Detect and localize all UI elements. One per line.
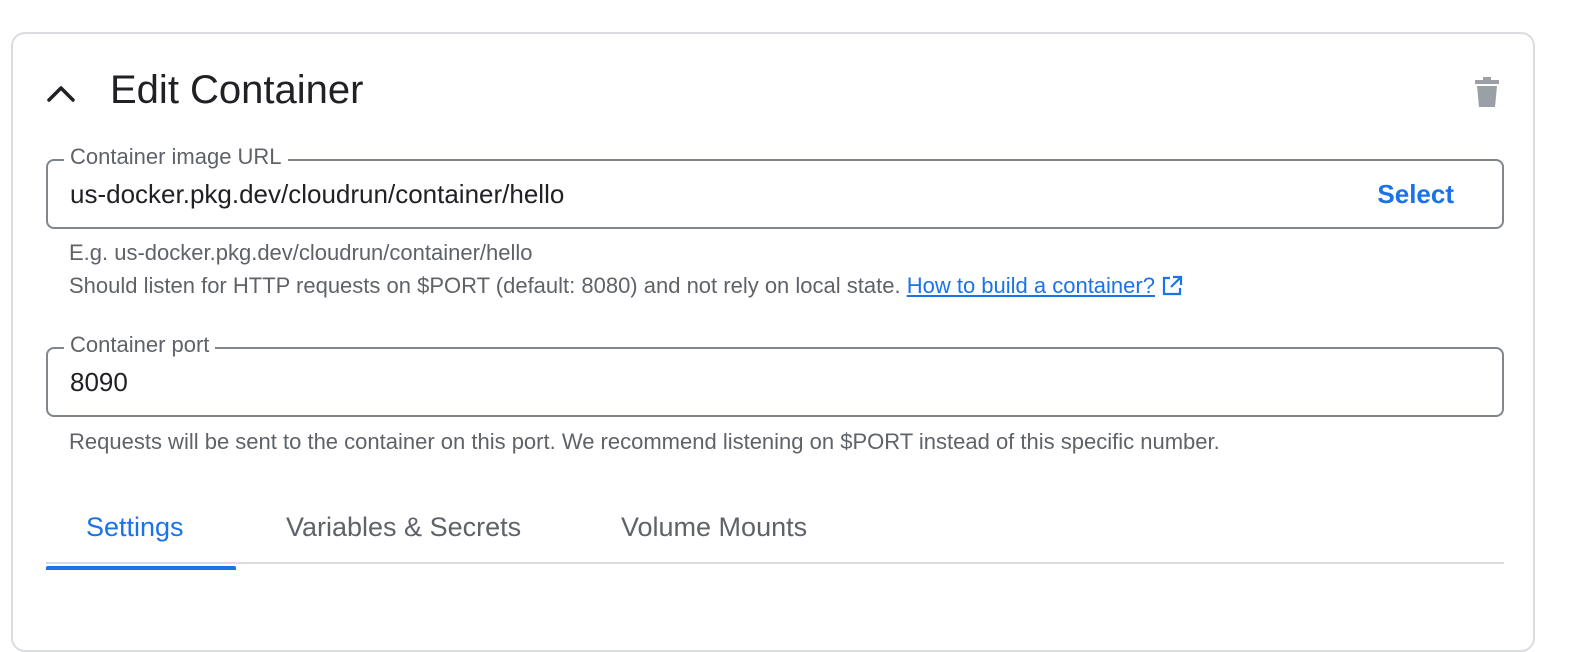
container-port-label: Container port bbox=[64, 332, 216, 358]
how-to-build-link[interactable]: How to build a container? bbox=[907, 273, 1155, 298]
container-port-field[interactable]: Container port 8090 bbox=[46, 332, 1504, 417]
container-port-hint: Requests will be sent to the container o… bbox=[69, 429, 1220, 454]
image-url-input[interactable]: us-docker.pkg.dev/cloudrun/container/hel… bbox=[70, 179, 564, 210]
image-url-hint: Should listen for HTTP requests on $PORT… bbox=[69, 273, 1183, 299]
delete-button[interactable] bbox=[1469, 74, 1505, 110]
card-header: Edit Container bbox=[13, 34, 1533, 149]
active-tab-indicator bbox=[46, 566, 236, 570]
tab-settings[interactable]: Settings bbox=[46, 512, 236, 570]
page-title: Edit Container bbox=[110, 68, 364, 112]
image-url-hint-text: Should listen for HTTP requests on $PORT… bbox=[69, 273, 901, 298]
trash-icon bbox=[1475, 77, 1499, 107]
tab-bar: Settings Variables & Secrets Volume Moun… bbox=[46, 504, 1504, 570]
image-url-label: Container image URL bbox=[64, 144, 288, 170]
how-to-build-link-label: How to build a container? bbox=[906, 273, 1155, 298]
edit-container-card: Edit Container Container image URL us-do… bbox=[11, 32, 1535, 652]
collapse-button[interactable] bbox=[42, 74, 80, 112]
open-in-new-icon bbox=[1162, 275, 1183, 296]
chevron-up-icon bbox=[47, 86, 75, 102]
tab-volume-mounts-label: Volume Mounts bbox=[621, 512, 808, 542]
image-url-field[interactable]: Container image URL us-docker.pkg.dev/cl… bbox=[46, 144, 1504, 229]
tab-variables-secrets[interactable]: Variables & Secrets bbox=[246, 512, 561, 564]
container-port-input[interactable]: 8090 bbox=[70, 367, 128, 398]
select-image-button[interactable]: Select bbox=[1377, 179, 1454, 210]
image-url-example: E.g. us-docker.pkg.dev/cloudrun/containe… bbox=[69, 240, 533, 265]
tab-variables-secrets-label: Variables & Secrets bbox=[286, 512, 522, 542]
tab-settings-label: Settings bbox=[86, 512, 184, 542]
tab-volume-mounts[interactable]: Volume Mounts bbox=[581, 512, 847, 564]
